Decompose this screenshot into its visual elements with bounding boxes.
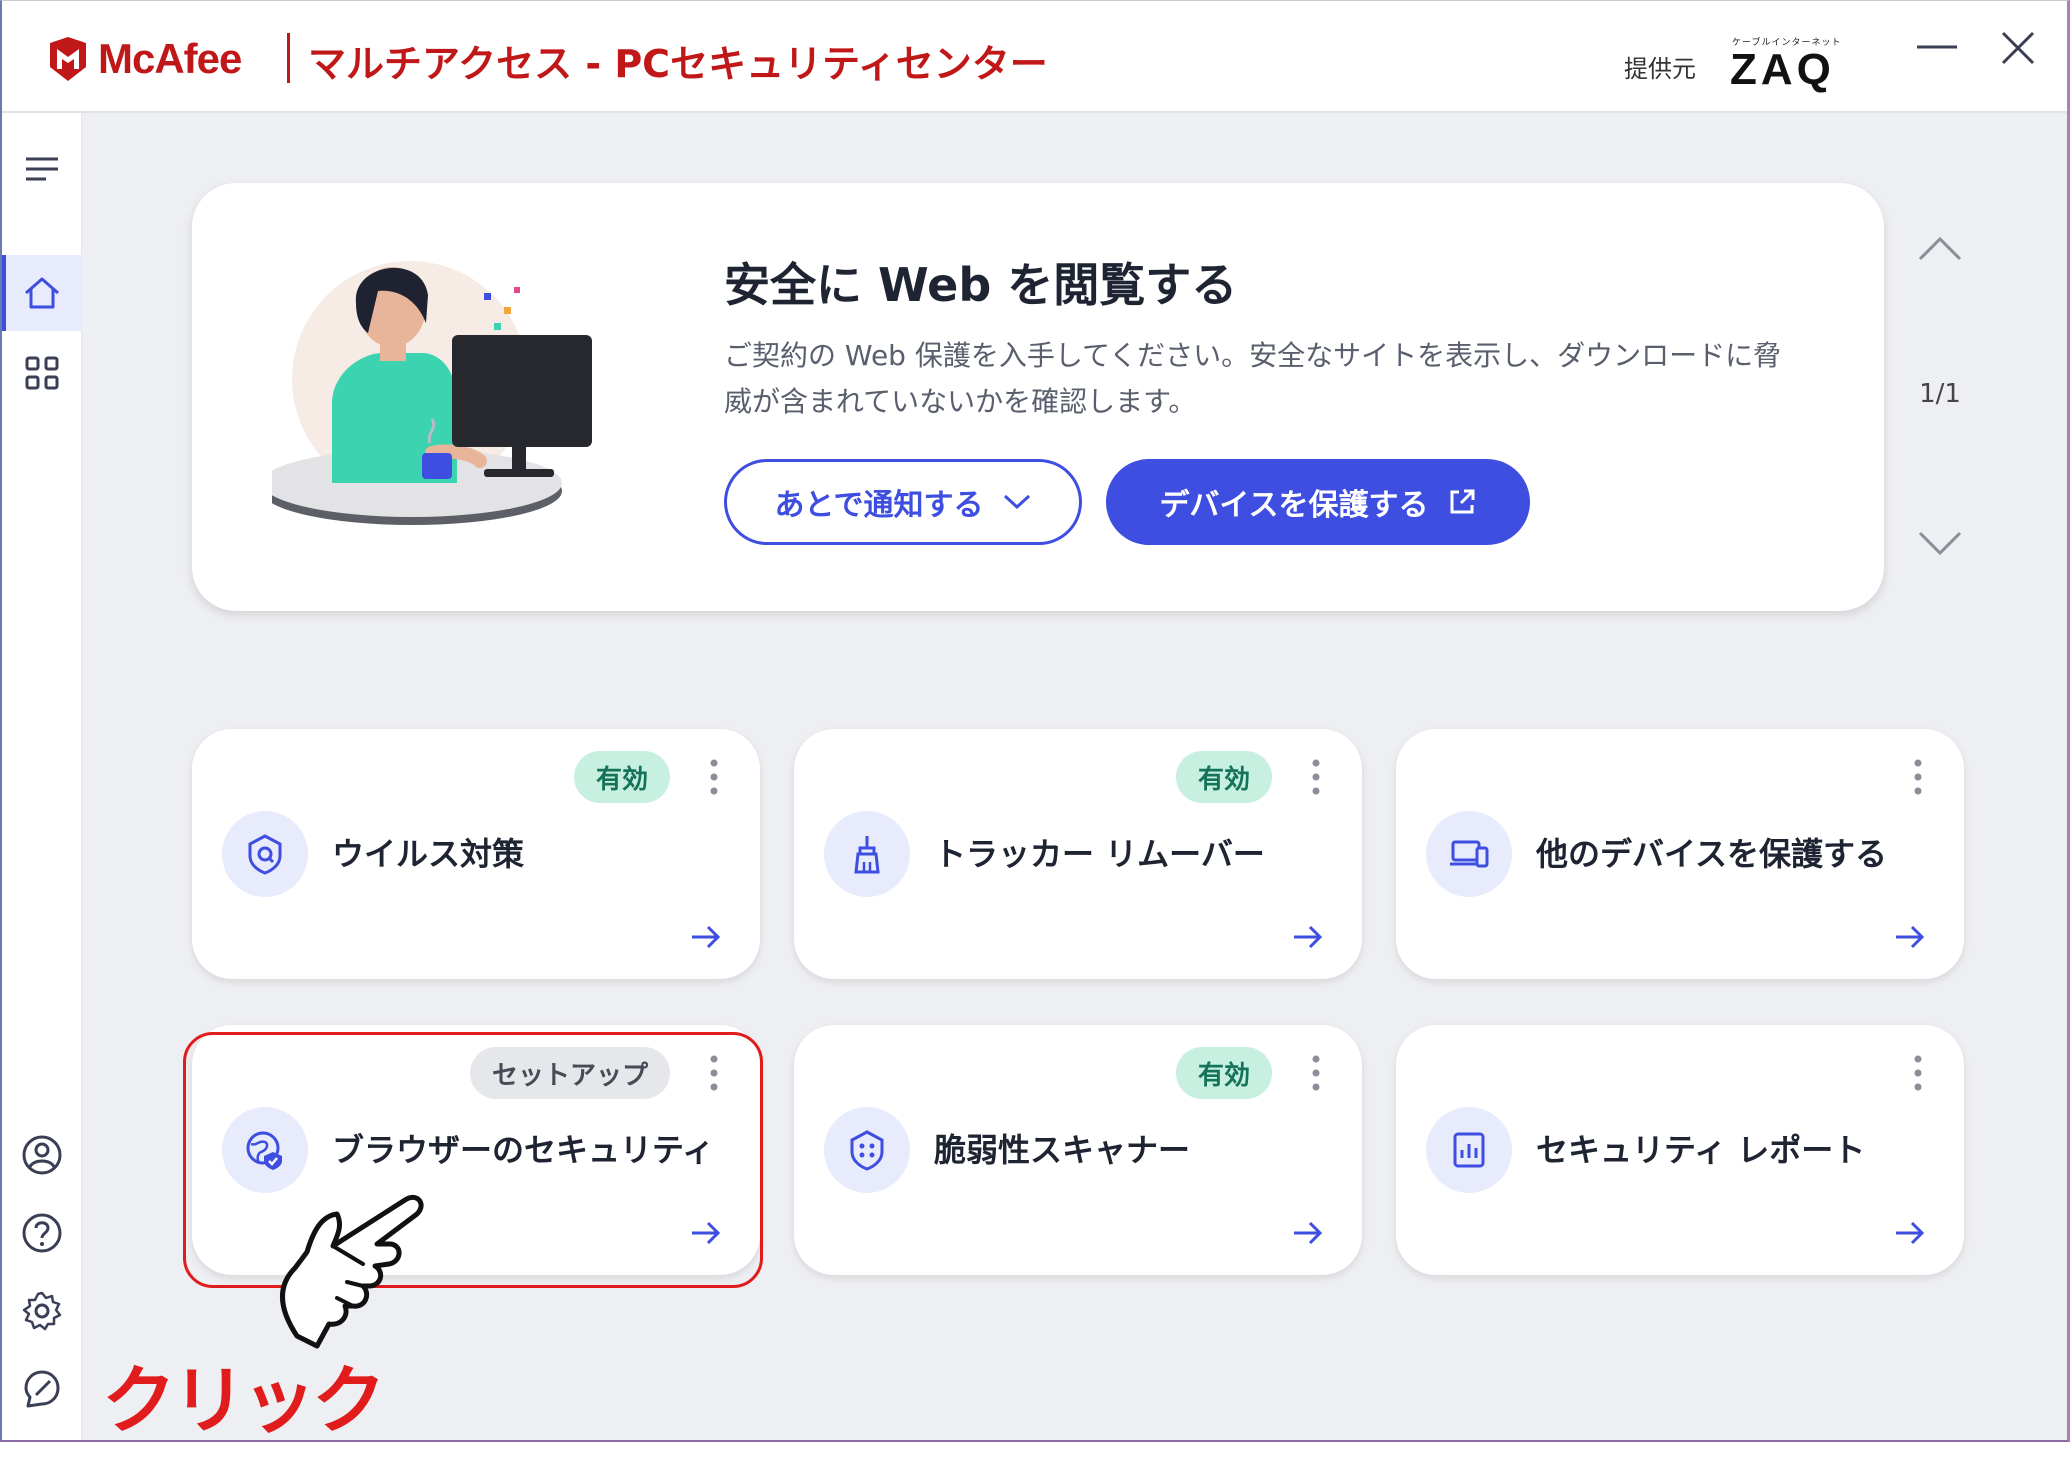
provider-logo: ケーブルインターネット ZAQ — [1724, 31, 1844, 94]
sidebar — [2, 113, 82, 1440]
mcafee-logo: McAfee — [48, 35, 242, 83]
card-title: 他のデバイスを保護する — [1536, 835, 1888, 873]
remind-later-label: あとで通知する — [774, 488, 984, 523]
more-options-icon[interactable] — [1908, 755, 1928, 799]
provider-name: ZAQ — [1730, 45, 1835, 94]
chevron-down-icon — [1918, 531, 1962, 556]
card-icon-badge — [824, 811, 910, 897]
person-at-computer-illustration — [272, 261, 592, 525]
nav-home-button[interactable] — [2, 255, 82, 331]
card-icon-badge — [222, 811, 308, 897]
more-options-icon[interactable] — [704, 1051, 724, 1095]
web-protection-banner: 安全に Web を閲覧する ご契約の Web 保護を入手してください。安全なサイ… — [192, 183, 1884, 611]
arrow-right-icon — [1896, 1221, 1925, 1245]
pager-count: 1/1 — [1919, 379, 1961, 409]
card-title: ウイルス対策 — [332, 835, 525, 873]
arrow-right-icon — [692, 1221, 721, 1245]
nav-feedback-button[interactable] — [2, 1351, 82, 1427]
card-icon-badge — [1426, 1107, 1512, 1193]
card-title: トラッカー リムーバー — [934, 835, 1265, 873]
brand-name: McAfee — [98, 35, 242, 82]
pager-down-button[interactable] — [1912, 521, 1968, 565]
card-title: セキュリティ レポート — [1536, 1131, 1866, 1169]
app-window: McAfee マルチアクセス - PCセキュリティセンター 提供元 ケーブルイン… — [0, 0, 2070, 1442]
card-vulnerability-scanner[interactable]: 有効 脆弱性スキャナー — [794, 1025, 1362, 1275]
nav-help-button[interactable] — [2, 1195, 82, 1271]
card-icon-badge — [1426, 811, 1512, 897]
card-antivirus[interactable]: 有効 ウイルス対策 — [192, 729, 760, 979]
account-icon — [22, 1135, 62, 1175]
browser-globe-shield-icon — [246, 1131, 282, 1170]
card-title: 脆弱性スキャナー — [934, 1131, 1191, 1169]
settings-icon — [22, 1291, 62, 1331]
menu-button[interactable] — [2, 131, 82, 207]
banner-description: ご契約の Web 保護を入手してください。安全なサイトを表示し、ダウンロードに脅… — [724, 339, 1782, 418]
arrow-right-icon — [692, 925, 721, 949]
arrow-right-icon — [1896, 925, 1925, 949]
nav-settings-button[interactable] — [2, 1273, 82, 1349]
broom-icon — [854, 836, 880, 874]
apps-grid-icon — [25, 356, 59, 390]
remind-later-button[interactable]: あとで通知する — [724, 459, 1082, 545]
status-badge: 有効 — [1175, 1047, 1272, 1099]
pager-up-button[interactable] — [1912, 227, 1968, 271]
provider-label: 提供元 — [1624, 55, 1696, 83]
app-title: マルチアクセス - PCセキュリティセンター — [308, 42, 1048, 86]
card-tracker-remover[interactable]: 有効 トラッカー リムーバー — [794, 729, 1362, 979]
shield-scan-icon — [248, 834, 282, 875]
external-link-icon — [1450, 489, 1475, 514]
more-options-icon[interactable] — [1908, 1051, 1928, 1095]
menu-icon — [26, 157, 58, 181]
card-security-report[interactable]: セキュリティ レポート — [1396, 1025, 1964, 1275]
banner-title: 安全に Web を閲覧する — [724, 258, 1238, 312]
nav-apps-button[interactable] — [2, 335, 82, 411]
card-icon-badge — [222, 1107, 308, 1193]
nav-account-button[interactable] — [2, 1117, 82, 1193]
minimize-button[interactable] — [1907, 27, 1967, 77]
click-instruction-label: クリック — [102, 1358, 386, 1442]
report-chart-icon — [1453, 1132, 1485, 1168]
card-icon-badge — [824, 1107, 910, 1193]
more-options-icon[interactable] — [1306, 1051, 1326, 1095]
protect-device-label: デバイスを保護する — [1159, 488, 1429, 523]
status-badge: 有効 — [1175, 751, 1272, 803]
mcafee-shield-icon — [50, 37, 86, 81]
chevron-up-icon — [1918, 236, 1962, 261]
status-badge: 有効 — [573, 751, 670, 803]
setup-badge: セットアップ — [469, 1047, 670, 1099]
card-title: ブラウザーのセキュリティ — [332, 1131, 715, 1169]
pointing-hand-icon — [280, 1194, 424, 1349]
arrow-right-icon — [1294, 925, 1323, 949]
more-options-icon[interactable] — [1306, 755, 1326, 799]
close-icon — [2001, 31, 2035, 65]
close-button[interactable] — [1987, 27, 2047, 77]
title-bar: McAfee マルチアクセス - PCセキュリティセンター 提供元 ケーブルイン… — [2, 1, 2067, 113]
protect-device-button[interactable]: デバイスを保護する — [1106, 459, 1530, 545]
more-options-icon[interactable] — [704, 755, 724, 799]
vulnerability-scan-icon — [850, 1130, 884, 1171]
title-divider — [287, 33, 290, 83]
arrow-right-icon — [1294, 1221, 1323, 1245]
feedback-icon — [24, 1370, 60, 1408]
card-protect-other-devices[interactable]: 他のデバイスを保護する — [1396, 729, 1964, 979]
home-icon — [25, 277, 59, 309]
chevron-down-icon — [1003, 494, 1030, 510]
devices-icon — [1450, 840, 1489, 868]
minimize-icon — [1917, 45, 1957, 49]
help-icon — [22, 1213, 62, 1253]
